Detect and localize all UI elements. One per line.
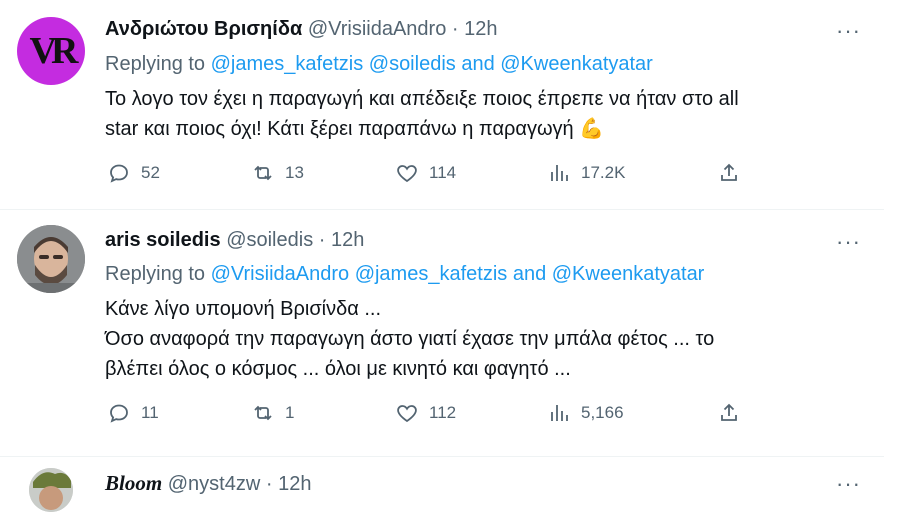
replying-to: Replying to @james_kafetzis @soiledis an… xyxy=(105,53,653,76)
avatar[interactable]: VR xyxy=(17,17,85,85)
avatar-photo xyxy=(17,225,85,293)
reply-icon xyxy=(110,404,128,423)
retweet-count: 1 xyxy=(285,403,295,422)
action-bar: 11 1 112 5,166 xyxy=(105,401,745,429)
more-options-button[interactable]: ··· xyxy=(836,231,861,253)
analytics-icon xyxy=(551,405,568,421)
tweet-3[interactable]: Bloom @nyst4zw · 12h ··· xyxy=(0,457,884,512)
share-icon xyxy=(721,163,737,181)
tweet-text-line: βλέπει όλος ο κόσμος ... όλοι με κινητό … xyxy=(105,358,571,380)
reply-button[interactable]: 11 xyxy=(107,401,159,425)
more-options-button[interactable]: ··· xyxy=(836,473,861,495)
tweet-header: aris soiledis @soiledis · 12h xyxy=(105,229,364,252)
like-button[interactable]: 114 xyxy=(395,161,456,185)
share-button[interactable] xyxy=(717,161,741,185)
avatar[interactable] xyxy=(17,225,85,293)
more-options-button[interactable]: ··· xyxy=(836,20,861,42)
reply-button[interactable]: 52 xyxy=(107,161,160,185)
views-button[interactable]: 17.2K xyxy=(547,161,625,185)
reply-count: 11 xyxy=(141,403,159,422)
separator-dot: · xyxy=(451,18,459,40)
like-button[interactable]: 112 xyxy=(395,401,456,425)
replying-prefix: Replying to xyxy=(105,53,206,75)
retweet-icon xyxy=(254,165,272,181)
author-handle[interactable]: @soiledis xyxy=(226,229,313,251)
tweet-header: Ανδριώτου Βρισηίδα @VrisiidaAndro · 12h xyxy=(105,18,498,41)
author-name[interactable]: aris soiledis xyxy=(105,229,221,251)
views-button[interactable]: 5,166 xyxy=(547,401,624,425)
avatar-logo: VR xyxy=(29,30,79,72)
tweet-1[interactable]: VR Ανδριώτου Βρισηίδα @VrisiidaAndro · 1… xyxy=(0,0,884,209)
heart-icon xyxy=(397,165,417,183)
analytics-icon xyxy=(551,165,568,181)
avatar[interactable] xyxy=(29,468,73,512)
share-button[interactable] xyxy=(717,401,741,425)
author-name[interactable]: Ανδριώτου Βρισηίδα xyxy=(105,18,302,40)
tweet-header: Bloom @nyst4zw · 12h xyxy=(105,471,311,496)
tweet-text-line: star και ποιος όχι! Κάτι ξέρει παραπάνω … xyxy=(105,118,605,140)
view-count: 17.2K xyxy=(581,163,626,182)
retweet-button[interactable]: 13 xyxy=(251,161,304,185)
reply-icon xyxy=(110,164,128,183)
avatar-photo xyxy=(29,468,73,512)
timestamp[interactable]: 12h xyxy=(278,473,311,495)
like-count: 112 xyxy=(429,403,457,422)
heart-icon xyxy=(397,405,417,423)
timestamp[interactable]: 12h xyxy=(331,229,364,251)
tweet-text-line: Όσο αναφορά την παραγωγη άστο γιατί έχασ… xyxy=(105,328,715,350)
like-count: 114 xyxy=(429,163,457,182)
action-bar: 52 13 114 17.2K xyxy=(105,161,745,189)
tweet-text: Το λογο τον έχει η παραγωγή και απέδειξε… xyxy=(105,84,835,144)
author-handle[interactable]: @nyst4zw xyxy=(168,473,261,495)
share-icon xyxy=(721,403,737,421)
author-name[interactable]: Bloom xyxy=(105,471,162,495)
reply-count: 52 xyxy=(141,163,160,182)
separator-dot: · xyxy=(318,229,326,251)
tweet-text: Κάνε λίγο υπομονή Βρισίνδα ... Όσο αναφο… xyxy=(105,294,835,384)
tweet-2[interactable]: aris soiledis @soiledis · 12h ··· Replyi… xyxy=(0,210,884,456)
separator-dot: · xyxy=(265,473,273,495)
author-handle[interactable]: @VrisiidaAndro xyxy=(308,18,447,40)
replying-mentions[interactable]: @james_kafetzis @soiledis and @Kweenkaty… xyxy=(211,53,653,75)
replying-mentions[interactable]: @VrisiidaAndro @james_kafetzis and @Kwee… xyxy=(211,263,705,285)
retweet-icon xyxy=(254,405,272,421)
replying-to: Replying to @VrisiidaAndro @james_kafetz… xyxy=(105,263,704,286)
retweet-count: 13 xyxy=(285,163,304,182)
replying-prefix: Replying to xyxy=(105,263,206,285)
retweet-button[interactable]: 1 xyxy=(251,401,294,425)
view-count: 5,166 xyxy=(581,403,624,422)
timestamp[interactable]: 12h xyxy=(464,18,497,40)
tweet-text-line: Το λογο τον έχει η παραγωγή και απέδειξε… xyxy=(105,88,739,110)
tweet-text-line: Κάνε λίγο υπομονή Βρισίνδα ... xyxy=(105,298,382,320)
